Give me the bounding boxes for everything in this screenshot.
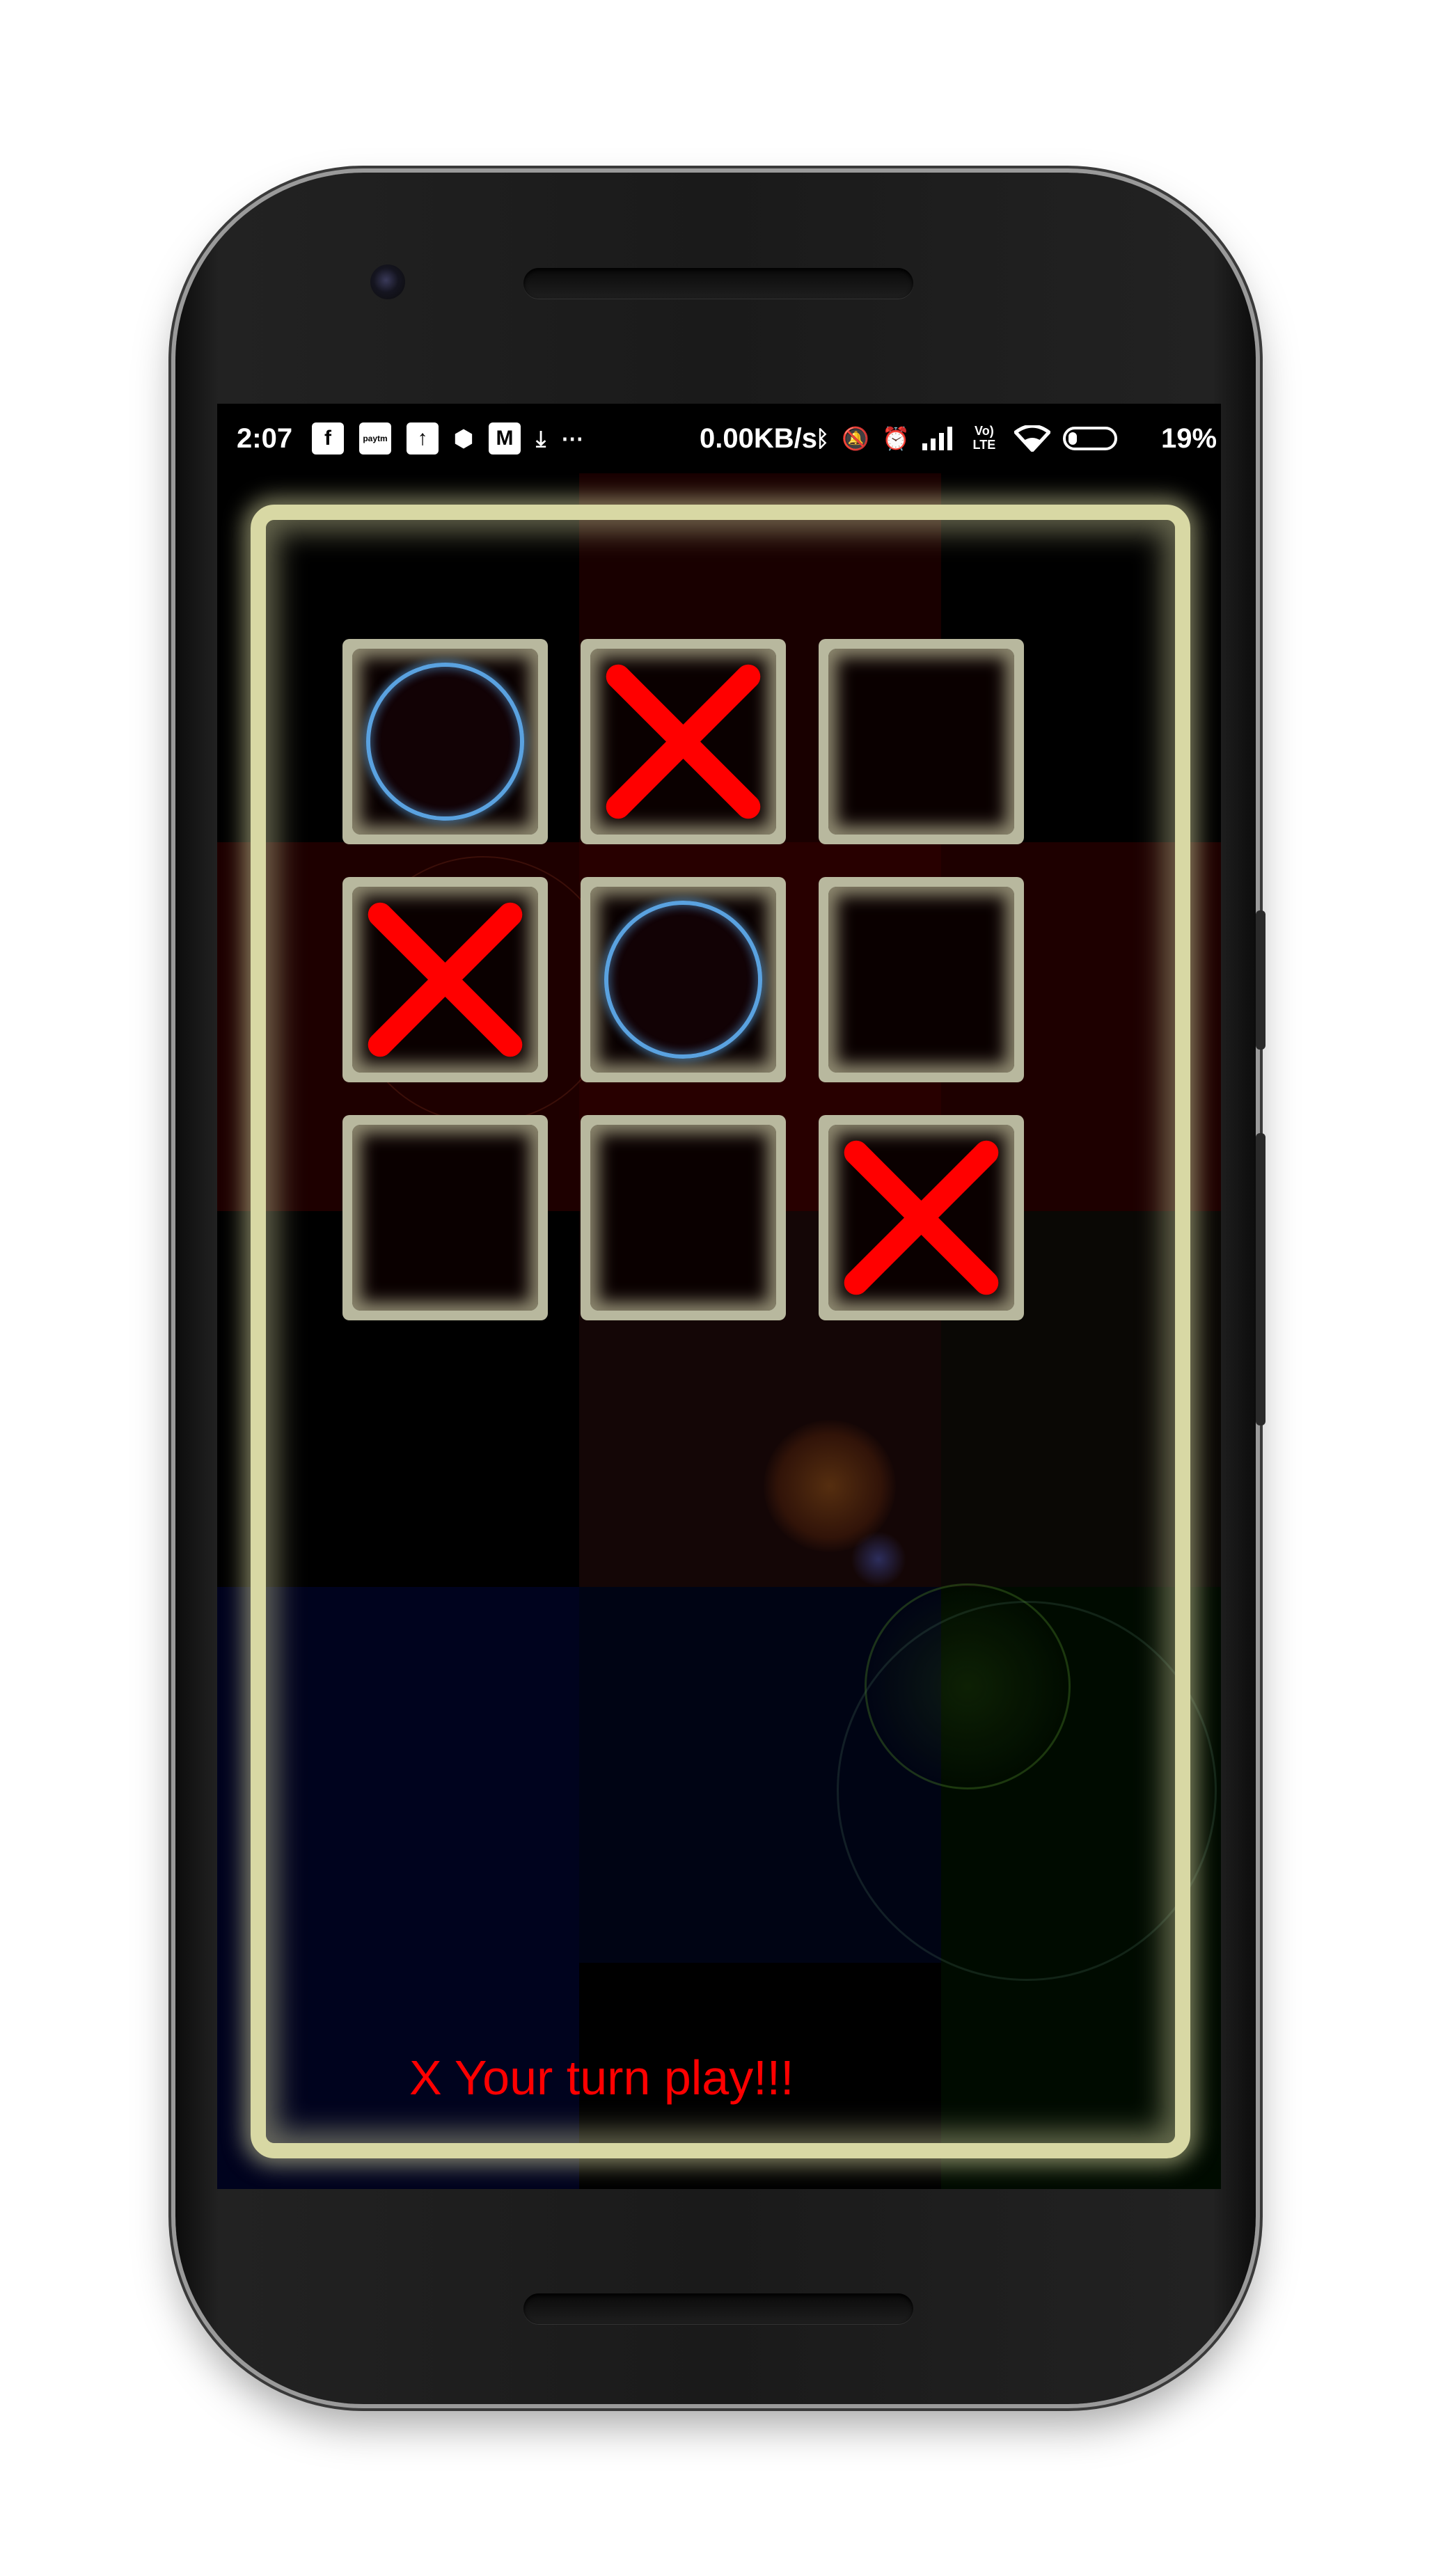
status-time: 2:07	[237, 422, 293, 454]
facebook-icon: f	[312, 422, 344, 455]
screen: 2:07 f paytm ↑ ⬢ M ⤓ ⋯ 0.00KB/s ᛒ 🔕 ⏰ Vo…	[217, 404, 1221, 2189]
board-cell-1[interactable]	[342, 639, 548, 844]
board-cell-8[interactable]	[581, 1115, 786, 1320]
notification-icons: f paytm ↑ ⬢ M ⤓ ⋯	[312, 422, 583, 455]
top-speaker	[523, 268, 913, 299]
bottom-speaker	[523, 2293, 913, 2324]
status-bar: 2:07 f paytm ↑ ⬢ M ⤓ ⋯ 0.00KB/s ᛒ 🔕 ⏰ Vo…	[217, 404, 1221, 473]
board-cell-9[interactable]	[819, 1115, 1024, 1320]
cell-4-inner	[352, 887, 538, 1073]
board-cell-5[interactable]	[581, 877, 786, 1082]
upload-icon: ↑	[407, 422, 439, 455]
front-camera	[370, 264, 405, 299]
signal-icon	[922, 427, 954, 450]
cell-6-inner	[828, 887, 1014, 1073]
volume-button	[1256, 1133, 1265, 1425]
battery-fill	[1068, 432, 1077, 445]
cell-3-inner	[828, 649, 1014, 835]
download-icon: ⤓	[535, 426, 546, 451]
cell-9-inner	[828, 1125, 1014, 1311]
gmail-icon: M	[488, 422, 521, 455]
board-cell-4[interactable]	[342, 877, 548, 1082]
paytm-icon: paytm	[359, 422, 391, 455]
x-mark-icon	[844, 1140, 999, 1295]
board-cell-3[interactable]	[819, 639, 1024, 844]
mute-icon: 🔕	[842, 426, 870, 451]
board-cell-6[interactable]	[819, 877, 1024, 1082]
board-cell-2[interactable]	[581, 639, 786, 844]
turn-message: X Your turn play!!!	[409, 2050, 794, 2105]
wifi-icon	[1014, 425, 1050, 452]
bluetooth-icon: ᛒ	[816, 426, 830, 451]
volte-icon: Vo) LTE	[972, 424, 996, 452]
cell-8-inner	[590, 1125, 776, 1311]
x-mark-icon	[368, 902, 523, 1057]
cell-1-inner	[352, 649, 538, 835]
cell-7-inner	[352, 1125, 538, 1311]
cell-5-inner	[590, 887, 776, 1073]
power-button	[1256, 910, 1265, 1050]
more-icon: ⋯	[561, 426, 584, 451]
x-mark-icon	[606, 664, 761, 819]
board-cell-7[interactable]	[342, 1115, 548, 1320]
system-icons: ᛒ 🔕 ⏰ Vo) LTE	[816, 424, 1117, 452]
net-speed: 0.00KB/s	[700, 422, 817, 454]
app-icon: ⬢	[454, 426, 473, 451]
alarm-icon: ⏰	[882, 426, 910, 451]
o-mark-icon	[604, 901, 762, 1059]
battery-percent: 19%	[1161, 422, 1217, 454]
battery-icon	[1062, 427, 1117, 450]
o-mark-icon	[366, 663, 524, 821]
cell-2-inner	[590, 649, 776, 835]
